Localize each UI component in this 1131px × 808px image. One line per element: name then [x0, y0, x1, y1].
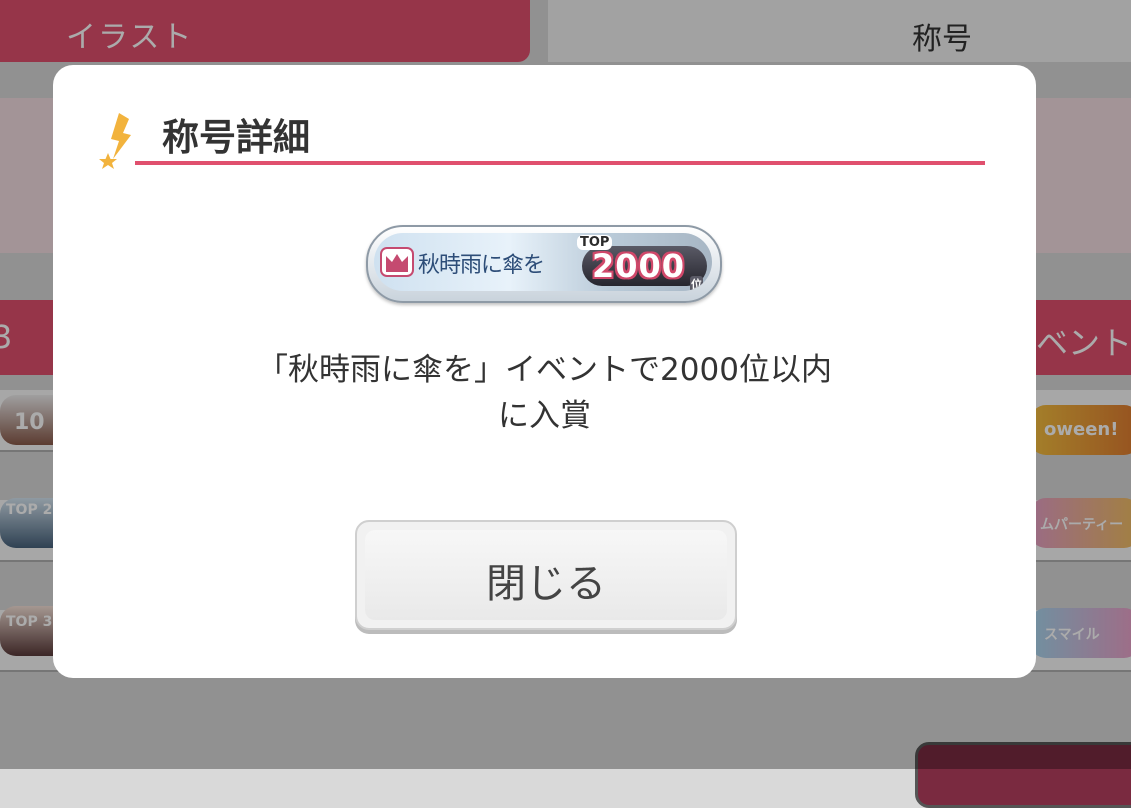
badge-rank: 2000 — [592, 247, 686, 285]
dialog-title: 称号詳細 — [162, 116, 310, 159]
crown-icon — [380, 247, 414, 277]
description-line-2: に入賞 — [498, 398, 591, 434]
badge-top-label: TOP — [577, 235, 613, 250]
title-underline — [135, 161, 985, 165]
dialog-description: 「秋時雨に傘を」イベントで2000位以内 に入賞 — [53, 347, 1036, 439]
badge-event-name: 秋時雨に傘を — [418, 253, 545, 278]
title-badge-body: 秋時雨に傘を 2000 TOP 位 — [374, 233, 712, 291]
close-button[interactable]: 閉じる — [355, 520, 737, 630]
shooting-star-icon — [99, 113, 131, 169]
close-button-label: 閉じる — [486, 561, 606, 607]
badge-rank-suffix: 位 — [690, 276, 703, 291]
description-line-1: 「秋時雨に傘を」イベントで2000位以内 — [257, 352, 832, 388]
title-badge: 秋時雨に傘を 2000 TOP 位 — [366, 225, 722, 303]
title-detail-dialog: 称号詳細 秋時雨に傘を 2000 TOP 位 「秋時雨に傘を」イベントで2000… — [53, 65, 1036, 678]
badge-rank-pill: 2000 — [582, 246, 707, 286]
